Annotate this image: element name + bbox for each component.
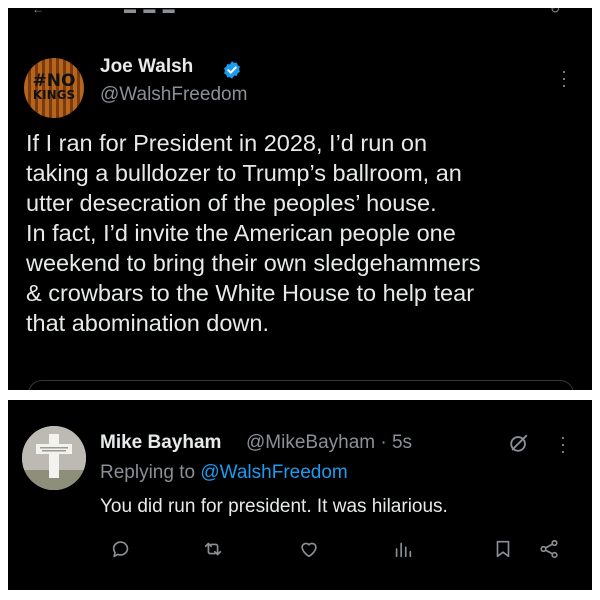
reply-more-options-icon[interactable]: · · ·	[559, 428, 567, 460]
replying-to-mention-link[interactable]: @WalshFreedom	[200, 462, 347, 483]
author-handle[interactable]: @WalshFreedom	[100, 84, 247, 106]
avatar[interactable]: #NO KINGS	[24, 58, 84, 118]
bookmark-icon[interactable]	[492, 538, 514, 560]
replying-to-label: Replying to	[100, 462, 196, 483]
post-text: If I ran for President in 2028, I’d run …	[26, 130, 481, 336]
replying-to-line: Replying to @WalshFreedom	[100, 462, 348, 484]
reply-author-handle-time[interactable]: @MikeBayham · 5s	[246, 432, 412, 454]
refresh-icon[interactable]: ↻	[550, 8, 560, 16]
reply-avatar[interactable]	[22, 426, 86, 490]
views-icon[interactable]	[392, 538, 414, 560]
action-bar	[8, 538, 592, 562]
cropped-header-row: ← ▬ ▬ ▬ ↻	[32, 8, 568, 16]
back-icon[interactable]: ←	[32, 8, 44, 16]
more-options-icon[interactable]: · · ·	[560, 62, 568, 94]
reply-icon[interactable]	[110, 538, 132, 560]
original-post-panel: ← ▬ ▬ ▬ ↻ #NO KINGS Joe Walsh @WalshFree…	[8, 8, 592, 390]
post-header-title-cropped: ▬ ▬ ▬	[124, 8, 177, 16]
verified-badge-icon	[224, 61, 240, 79]
share-icon[interactable]	[538, 538, 560, 560]
avatar-text-line-2: KINGS	[32, 88, 76, 102]
quoted-card-cropped[interactable]	[28, 380, 574, 390]
like-icon[interactable]	[298, 538, 320, 560]
avatar-text-line-1: #NO	[32, 71, 76, 91]
reply-author-name[interactable]: Mike Bayham	[100, 432, 221, 454]
repost-icon[interactable]	[202, 538, 224, 560]
headstone-cross-image	[22, 426, 86, 490]
author-name[interactable]: Joe Walsh	[100, 56, 193, 78]
reply-post-panel: Mike Bayham @MikeBayham · 5s · · · Replyin…	[8, 400, 592, 590]
reply-text: You did run for president. It was hilari…	[100, 496, 448, 517]
grok-icon[interactable]	[508, 432, 530, 454]
